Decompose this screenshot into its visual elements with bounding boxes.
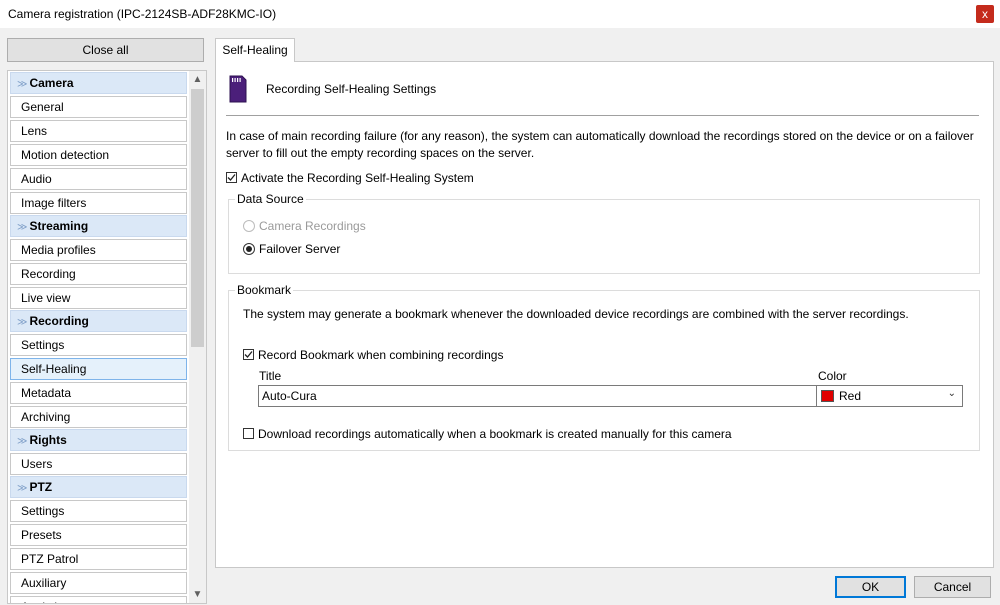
sidebar-item-metadata[interactable]: Metadata [10, 382, 187, 404]
collapse-icon: ≫ [17, 79, 28, 90]
sidebar-group-label: Rights [29, 433, 67, 447]
checkbox-box[interactable] [226, 172, 237, 184]
sidebar-item-analytics[interactable]: Analytics [10, 596, 187, 603]
camera-recordings-label: Camera Recordings [259, 218, 366, 233]
sidebar-group-recording[interactable]: ≫ Recording [10, 310, 187, 332]
sidebar-item-auxiliary[interactable]: Auxiliary [10, 572, 187, 594]
sidebar-item-archiving[interactable]: Archiving [10, 406, 187, 428]
radio-button[interactable] [243, 242, 255, 255]
sidebar-item-media-profiles[interactable]: Media profiles [10, 239, 187, 261]
sd-card-icon [229, 75, 247, 103]
camera-recordings-radio: Camera Recordings [243, 218, 366, 233]
bookmark-description: The system may generate a bookmark whene… [243, 307, 909, 321]
chevron-up-icon[interactable]: ▲ [189, 71, 206, 88]
sidebar-item-recording-settings[interactable]: Settings [10, 334, 187, 356]
page-title: Recording Self-Healing Settings [266, 82, 437, 96]
sidebar-group-label: Camera [29, 76, 74, 90]
sidebar-group-label: Recording [29, 314, 89, 328]
window-title: Camera registration (IPC-2124SB-ADF28KMC… [8, 7, 277, 21]
close-all-button[interactable]: Close all [7, 38, 204, 62]
failover-server-radio[interactable]: Failover Server [243, 241, 340, 256]
sidebar-item-self-healing[interactable]: Self-Healing [10, 358, 187, 380]
bookmark-title-input[interactable]: Auto-Cura [258, 385, 822, 407]
sidebar: ≫ Camera General Lens Motion detection Au… [7, 70, 207, 604]
data-source-group: Data Source Camera Recordings Failover S… [228, 192, 980, 274]
title-bar: Camera registration (IPC-2124SB-ADF28KMC… [0, 0, 1000, 28]
activate-self-healing-checkbox[interactable]: Activate the Recording Self-Healing Syst… [226, 170, 474, 185]
download-recordings-checkbox[interactable]: Download recordings automatically when a… [243, 426, 732, 441]
sidebar-item-users[interactable]: Users [10, 453, 187, 475]
download-recordings-label: Download recordings automatically when a… [258, 426, 732, 441]
checkbox-box[interactable] [243, 349, 254, 361]
sidebar-group-camera[interactable]: ≫ Camera [10, 72, 187, 94]
tab-self-healing[interactable]: Self-Healing [215, 38, 295, 62]
close-window-button[interactable]: x [976, 5, 994, 23]
color-label: Color [818, 369, 847, 383]
failover-server-label: Failover Server [259, 241, 341, 256]
sidebar-item-audio[interactable]: Audio [10, 168, 187, 190]
collapse-icon: ≫ [17, 222, 28, 233]
sidebar-item-ptz-patrol[interactable]: PTZ Patrol [10, 548, 187, 570]
activate-label: Activate the Recording Self-Healing Syst… [241, 170, 474, 185]
sidebar-item-lens[interactable]: Lens [10, 120, 187, 142]
sidebar-group-streaming[interactable]: ≫ Streaming [10, 215, 187, 237]
sidebar-item-presets[interactable]: Presets [10, 524, 187, 546]
color-value: Red [839, 389, 862, 403]
sidebar-group-ptz[interactable]: ≫ PTZ [10, 476, 187, 498]
cancel-button[interactable]: Cancel [914, 576, 991, 598]
collapse-icon: ≫ [17, 483, 28, 494]
record-bookmark-checkbox[interactable]: Record Bookmark when combining recording… [243, 347, 503, 362]
sidebar-item-motion-detection[interactable]: Motion detection [10, 144, 187, 166]
sidebar-item-general[interactable]: General [10, 96, 187, 118]
sidebar-list: ≫ Camera General Lens Motion detection Au… [10, 71, 187, 603]
bookmark-group: Bookmark The system may generate a bookm… [228, 283, 980, 451]
bookmark-color-select[interactable]: Red ⌄ [816, 385, 963, 407]
sidebar-item-image-filters[interactable]: Image filters [10, 192, 187, 214]
checkbox-box[interactable] [243, 428, 254, 440]
sidebar-group-rights[interactable]: ≫ Rights [10, 429, 187, 451]
color-swatch [821, 390, 834, 402]
ok-button[interactable]: OK [835, 576, 906, 598]
sidebar-scrollbar[interactable]: ▲ ▼ [189, 71, 206, 603]
collapse-icon: ≫ [17, 317, 28, 328]
chevron-down-icon[interactable]: ⌄ [948, 388, 956, 399]
sidebar-item-recording[interactable]: Recording [10, 263, 187, 285]
radio-button [243, 219, 255, 232]
sidebar-group-label: PTZ [29, 480, 53, 494]
bookmark-legend: Bookmark [235, 283, 294, 297]
sidebar-group-label: Streaming [29, 219, 89, 233]
scrollbar-thumb[interactable] [191, 89, 204, 347]
description-text: In case of main recording failure (for a… [226, 129, 974, 160]
header-divider [226, 115, 979, 116]
chevron-down-icon[interactable]: ▼ [189, 586, 206, 603]
collapse-icon: ≫ [17, 436, 28, 447]
data-source-legend: Data Source [235, 192, 306, 206]
sidebar-item-ptz-settings[interactable]: Settings [10, 500, 187, 522]
title-label: Title [259, 369, 282, 383]
record-bookmark-label: Record Bookmark when combining recording… [258, 347, 504, 362]
sidebar-item-live-view[interactable]: Live view [10, 287, 187, 309]
settings-panel: Recording Self-Healing Settings In case … [215, 61, 994, 568]
